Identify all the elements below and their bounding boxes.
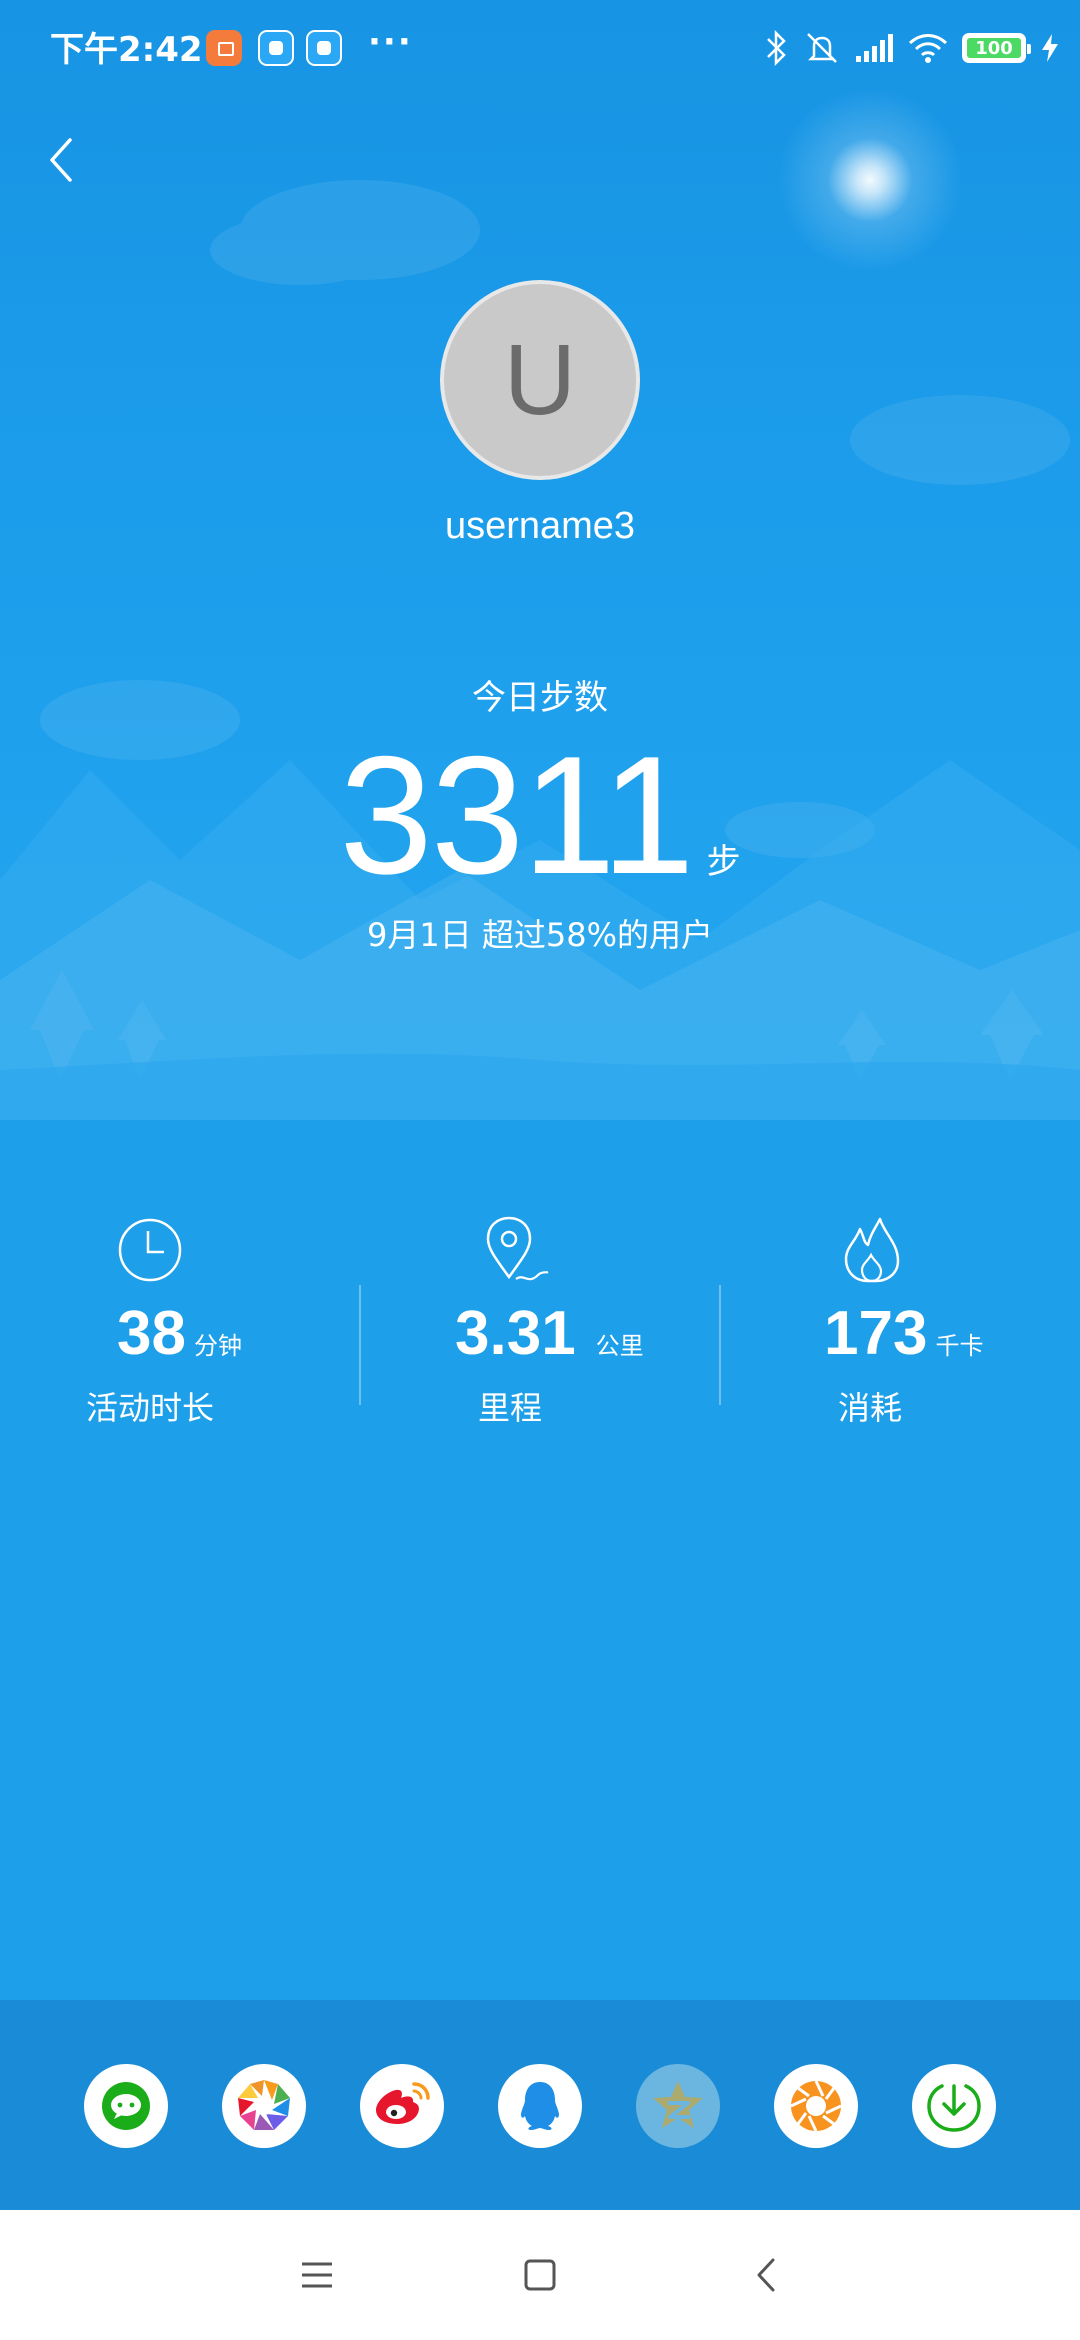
activity-stats: 38 分钟 活动时长 3.31 公里 里程 173 千卡 消耗 xyxy=(0,1215,1080,1435)
clock-icon xyxy=(118,1218,182,1282)
download-icon xyxy=(927,2084,981,2132)
share-camera-button[interactable] xyxy=(774,2064,858,2148)
home-icon[interactable] xyxy=(515,2250,565,2300)
stat-calories-label: 消耗 xyxy=(838,1389,903,1427)
mi-store-icon xyxy=(206,30,242,66)
stat-calories-value: 173 xyxy=(824,1299,928,1368)
stat-duration-unit: 分钟 xyxy=(193,1332,242,1360)
more-notifications-icon: ··· xyxy=(368,22,413,62)
battery-level: 100 xyxy=(967,38,1021,59)
username: username3 xyxy=(444,505,636,547)
stat-distance-unit: 公里 xyxy=(595,1332,644,1360)
stat-duration-label: 活动时长 xyxy=(86,1389,215,1427)
steps-label: 今日步数 xyxy=(472,678,608,718)
avatar-letter: U xyxy=(503,323,577,436)
stat-calories-unit: 千卡 xyxy=(935,1332,984,1360)
flame-icon xyxy=(844,1217,900,1283)
wechat-icon xyxy=(102,2082,150,2130)
status-bar: 下午2:42 ··· 100 xyxy=(0,0,1080,96)
steps-subtitle: 9月1日 超过58%的用户 xyxy=(366,916,714,954)
share-wechat-button[interactable] xyxy=(84,2064,168,2148)
stat-duration-value: 38 xyxy=(117,1299,186,1368)
qq-icon xyxy=(521,2082,559,2130)
menu-icon[interactable] xyxy=(292,2250,342,2300)
signal-icon xyxy=(856,34,893,62)
share-qq-button[interactable] xyxy=(498,2064,582,2148)
battery-icon: 100 xyxy=(962,33,1031,63)
qzone-icon xyxy=(653,2081,703,2128)
avatar[interactable]: U xyxy=(440,280,640,480)
camera-icon xyxy=(790,2080,842,2132)
location-pin-icon xyxy=(486,1216,549,1281)
back-icon[interactable] xyxy=(742,2250,792,2300)
stat-distance-value: 3.31 xyxy=(455,1299,576,1368)
status-icons: 100 xyxy=(764,28,1060,68)
app-icon xyxy=(306,30,342,66)
stat-distance-label: 里程 xyxy=(478,1389,543,1427)
weibo-icon xyxy=(376,2082,430,2124)
stat-distance: 3.31 公里 里程 xyxy=(360,1215,720,1435)
stat-calories-value-row: 173 千卡 xyxy=(720,1298,1080,1369)
share-bar xyxy=(0,2000,1080,2210)
steps-unit: 步 xyxy=(706,842,741,882)
stat-duration: 38 分钟 活动时长 xyxy=(0,1215,360,1435)
steps-value: 3311 xyxy=(339,721,694,909)
charging-icon xyxy=(1042,34,1058,62)
system-nav-bar xyxy=(0,2210,1080,2340)
share-moments-button[interactable] xyxy=(222,2064,306,2148)
share-weibo-button[interactable] xyxy=(360,2064,444,2148)
bluetooth-icon xyxy=(767,30,786,66)
moments-icon xyxy=(238,2080,290,2130)
steps-count: 3311 步 xyxy=(0,720,1080,910)
wifi-icon xyxy=(908,34,948,63)
share-download-button[interactable] xyxy=(912,2064,996,2148)
stat-calories: 173 千卡 消耗 xyxy=(720,1215,1080,1435)
share-qzone-button[interactable] xyxy=(636,2064,720,2148)
back-arrow-icon[interactable] xyxy=(40,130,84,190)
status-time: 下午2:42 xyxy=(50,30,203,70)
app-icon xyxy=(258,30,294,66)
silent-icon xyxy=(807,33,837,63)
step-share-screen: 下午2:42 ··· 100 U username3 今日步数 3311 步 9… xyxy=(0,0,1080,2340)
